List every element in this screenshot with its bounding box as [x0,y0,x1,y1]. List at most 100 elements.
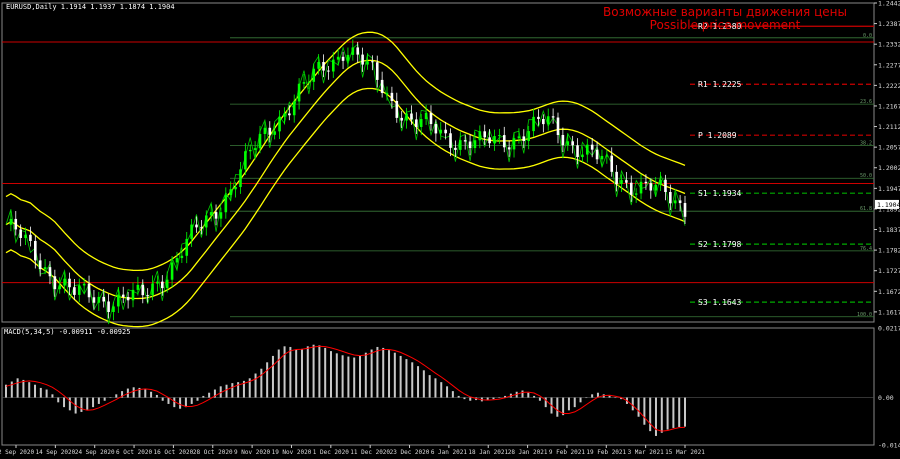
macd-bar [92,397,95,408]
macd-bar [399,355,402,398]
candle-body [248,149,252,152]
candle-body [356,47,360,55]
candle-body [97,296,101,303]
candle-body [229,189,233,196]
macd-bar [637,397,640,417]
date-axis-label: 28 Oct 2020 [193,449,233,456]
candle-body [546,116,550,125]
macd-bar [329,351,332,398]
current-price-label: 1.1904 [877,201,900,209]
candle-body [239,169,242,188]
price-axis-label: 1.1617 [878,308,900,316]
macd-bar [382,347,385,398]
candle-body [571,141,574,146]
candle-body [527,131,530,142]
macd-bar [80,397,83,412]
candle-body [131,289,135,301]
macd-bar [39,387,42,398]
macd-bar [155,394,158,398]
date-axis-label: 9 Feb 2021 [549,449,586,456]
chart-title: EURUSD,Daily 1.1914 1.1937 1.1874 1.1904 [6,3,175,11]
macd-bar [295,349,298,398]
candle-body [185,238,189,256]
candle-body [488,137,491,144]
candle-body [361,54,364,65]
candle-body [214,212,218,219]
candle-body [566,141,570,146]
candle-body [449,133,452,148]
candle-body [14,218,18,230]
date-axis-label: 14 Sep 2020 [35,449,75,456]
candle-body [68,278,71,288]
macd-bar [684,397,686,427]
price-chart[interactable]: 1.24421.23871.23321.22771.22221.21671.21… [0,0,900,459]
macd-bar [312,344,315,398]
candle-body [73,287,76,295]
macd-bar [68,397,71,411]
candle-body [38,260,42,270]
candle-body [405,113,408,121]
candle-body [615,171,618,184]
bollinger-lower [5,87,686,328]
candle-body [297,83,301,102]
candle-body [424,112,428,120]
candle-body [664,179,667,192]
candle-body [551,116,555,118]
macd-bar [353,357,356,398]
candle-body [224,195,228,213]
candle-body [419,119,423,127]
candle-body [24,234,27,239]
candle-body [581,154,584,158]
price-axis-label: 1.1947 [878,185,900,193]
date-axis-label: 2 Sep 2020 [0,449,34,456]
watermark-ru: Возможные варианты движения цены [603,5,847,19]
candle-body [156,281,159,284]
candle-body [678,200,682,204]
candle-body [209,212,213,216]
candle-body [112,306,115,312]
macd-bar [347,356,350,398]
candle-body [576,145,579,158]
candle-body [63,278,66,286]
macd-bar [144,389,147,398]
macd-bar [196,397,199,401]
candle-body [512,138,516,150]
macd-bar [660,397,663,433]
macd-bar [109,397,112,399]
candle-body [473,140,477,149]
macd-bar [184,397,187,408]
candle-body [454,147,457,150]
candle-body [595,149,599,160]
candle-body [439,129,443,134]
candle-body [336,56,340,60]
candle-body [458,140,462,150]
candle-body [87,283,91,298]
date-axis-label: 28 Jan 2021 [508,449,548,456]
macd-bar [585,397,588,399]
candle-body [415,119,418,127]
macd-axis-label: 0.00 [878,394,894,402]
candle-body [117,294,120,307]
macd-bar [567,397,570,411]
macd-bar [405,359,408,398]
macd-bar [318,345,321,398]
candle-body [302,82,306,84]
price-axis-label: 1.1837 [878,226,900,234]
candle-body [517,136,521,139]
macd-bar [306,346,309,398]
macd-bar [324,347,327,398]
macd-bar [573,397,576,408]
macd-bar [422,370,425,398]
pivot-label-s1: S1 1.1934 [698,189,742,198]
macd-bar [364,352,367,398]
candle-body [146,295,149,297]
macd-bar [544,397,547,408]
macd-bar [86,397,89,410]
macd-bar [5,384,7,398]
macd-bar [231,383,234,398]
candle-body [136,284,140,290]
candle-body [312,68,316,82]
candle-body [429,112,433,125]
candle-body [77,285,81,295]
candle-body [175,258,179,263]
